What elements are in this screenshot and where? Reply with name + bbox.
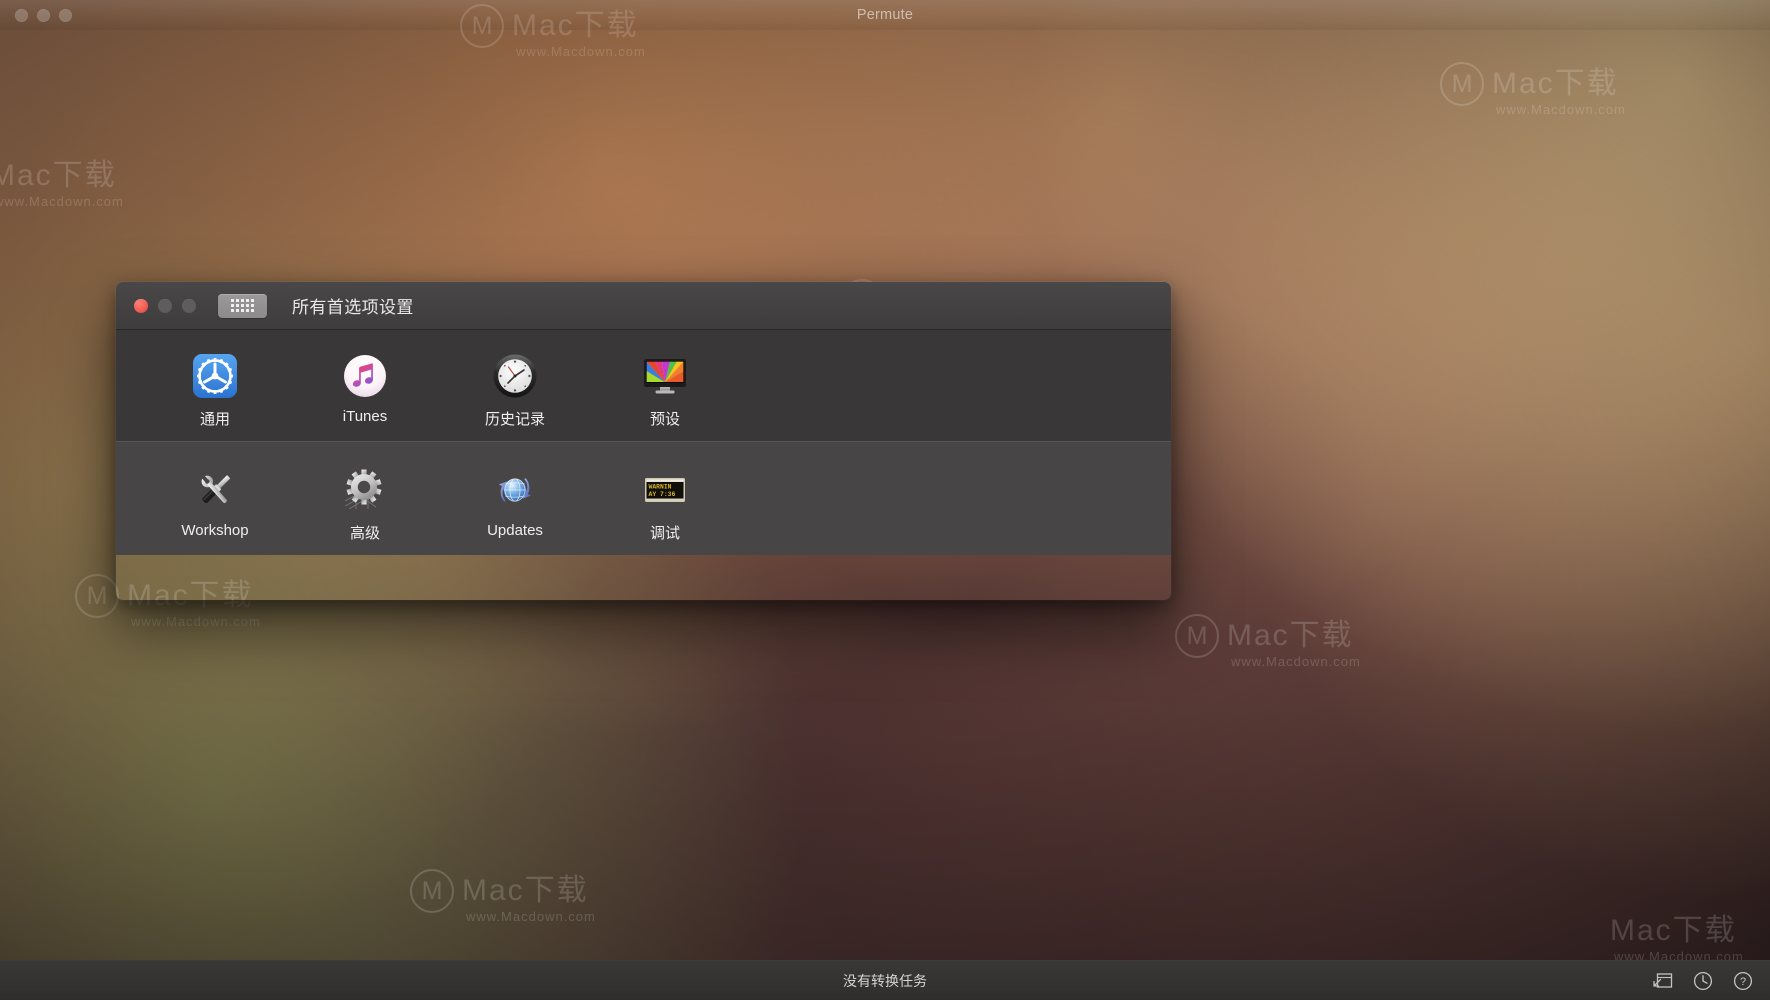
- pref-item-updates[interactable]: Updates: [440, 466, 590, 543]
- grid-icon: [231, 299, 254, 312]
- clock-icon[interactable]: [1692, 970, 1714, 992]
- main-zoom-button[interactable]: [59, 8, 72, 22]
- pref-item-history[interactable]: 历史记录: [440, 352, 590, 429]
- gear-settings-icon: [191, 352, 239, 400]
- pref-item-label: Updates: [487, 522, 543, 539]
- status-bar-icons: ?: [1652, 970, 1754, 992]
- preferences-icon-row: 通用 iTunes 历史记录 预设: [116, 352, 1171, 429]
- preferences-section-secondary: Workshop 高级 Updates WARNIN AY 7:36 调试: [116, 441, 1171, 555]
- pref-item-label: 预设: [649, 411, 680, 428]
- preferences-section-primary: 通用 iTunes 历史记录 预设: [116, 330, 1171, 441]
- preferences-icon-row: Workshop 高级 Updates WARNIN AY 7:36 调试: [116, 466, 1171, 543]
- pref-item-label: 通用: [199, 411, 230, 428]
- status-bar: 没有转换任务 ?: [0, 960, 1770, 1000]
- screwdriver-wrench-icon: [191, 466, 239, 514]
- pref-item-label: 历史记录: [484, 411, 545, 428]
- gear-blueprint-icon: [341, 466, 389, 514]
- pref-item-label: iTunes: [342, 408, 388, 425]
- status-message: 没有转换任务: [843, 972, 927, 989]
- console-line-1: WARNIN: [649, 484, 672, 491]
- main-window-titlebar: Permute: [0, 0, 1770, 30]
- prefs-zoom-button[interactable]: [182, 298, 196, 313]
- permute-app-window: Permute M Mac下载 www.Macdown.com M Mac下载 …: [0, 0, 1770, 1000]
- main-traffic-lights: [15, 8, 72, 22]
- pref-item-label: 高级: [349, 525, 380, 542]
- show-all-button[interactable]: [218, 293, 267, 318]
- drop-target-icon[interactable]: [1652, 970, 1674, 992]
- main-close-button[interactable]: [15, 8, 28, 22]
- clock-icon: [491, 352, 539, 400]
- svg-text:?: ?: [1740, 976, 1746, 988]
- console-warning-icon: WARNIN AY 7:36: [641, 466, 689, 514]
- preferences-titlebar[interactable]: 所有首选项设置: [116, 282, 1171, 330]
- pref-item-workshop[interactable]: Workshop: [140, 466, 290, 543]
- pref-item-debug[interactable]: WARNIN AY 7:36 调试: [590, 466, 740, 543]
- pref-item-itunes[interactable]: iTunes: [290, 352, 440, 429]
- console-line-2: AY 7:36: [649, 491, 676, 498]
- preferences-traffic-lights: [134, 298, 196, 313]
- help-icon[interactable]: ?: [1732, 970, 1754, 992]
- prefs-minimize-button[interactable]: [158, 298, 172, 313]
- preferences-title: 所有首选项设置: [292, 298, 414, 317]
- preferences-window: 所有首选项设置 通用 iTunes 历史记录 预设 Workshop 高级 Up…: [116, 282, 1171, 600]
- display-monitor-icon: [641, 352, 689, 400]
- pref-item-label: Workshop: [181, 522, 249, 539]
- pref-item-label: 调试: [649, 525, 680, 542]
- pref-item-advanced[interactable]: 高级: [290, 466, 440, 543]
- main-window-title: Permute: [856, 7, 914, 23]
- itunes-note-icon: [341, 352, 389, 400]
- pref-item-presets[interactable]: 预设: [590, 352, 740, 429]
- pref-item-general[interactable]: 通用: [140, 352, 290, 429]
- main-minimize-button[interactable]: [37, 8, 50, 22]
- globe-refresh-icon: [491, 466, 539, 514]
- prefs-close-button[interactable]: [134, 298, 148, 313]
